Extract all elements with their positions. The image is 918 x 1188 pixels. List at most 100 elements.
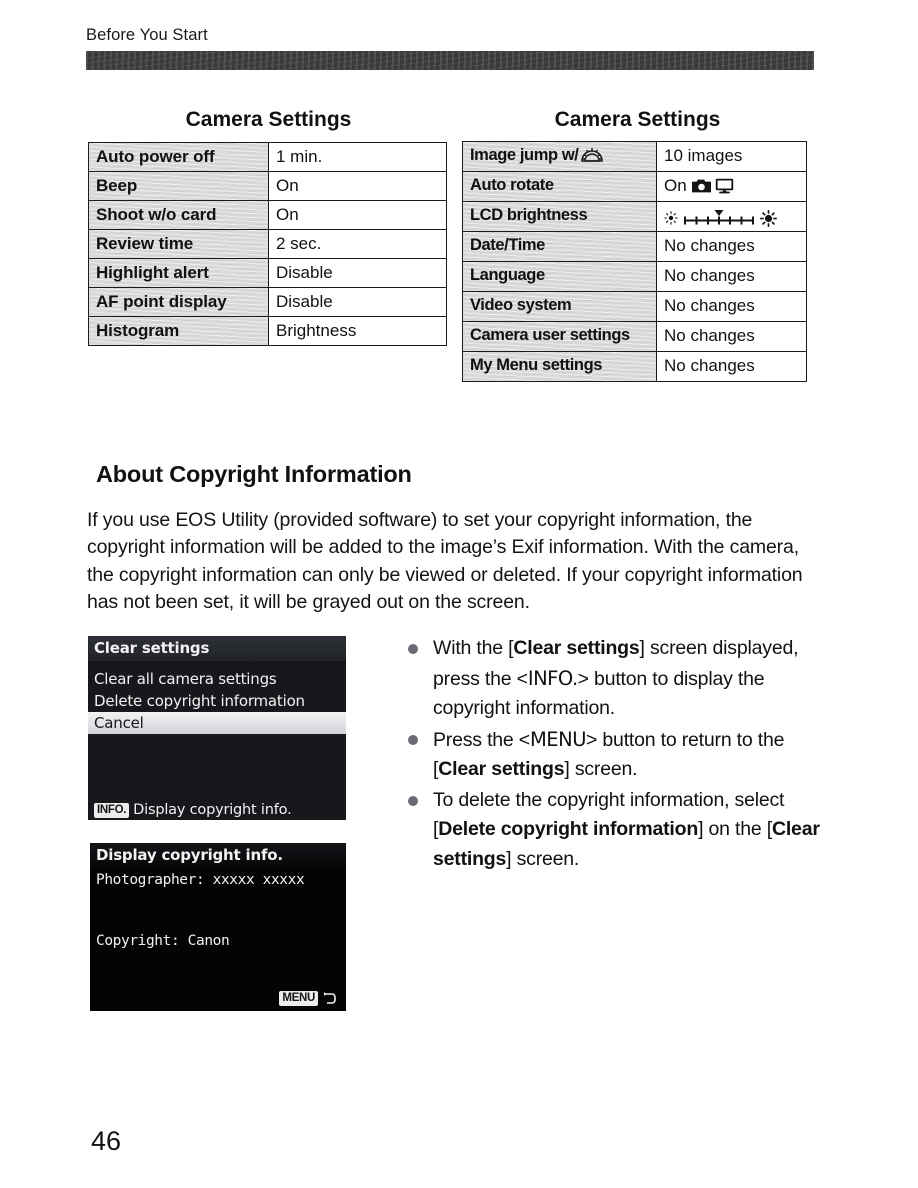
bullet-text: ] screen. xyxy=(506,847,580,870)
page-number: 46 xyxy=(91,1126,122,1156)
camera-icon xyxy=(691,178,711,193)
setting-value-label: No changes xyxy=(664,266,755,286)
left-table-title: Camera Settings xyxy=(185,108,352,131)
table-row: Review time 2 sec. xyxy=(88,229,447,259)
setting-value-cell: 2 sec. xyxy=(268,229,447,259)
bullet-dot-icon xyxy=(408,734,418,745)
header-rule xyxy=(86,51,814,70)
setting-name-cell: Review time xyxy=(88,229,269,259)
setting-name-label: AF point display xyxy=(96,291,227,311)
setting-value-label: On xyxy=(276,175,299,195)
right-table-body: Image jump w/10 images Auto rotate On LCD b… xyxy=(462,141,807,382)
setting-name-cell: LCD brightness xyxy=(462,201,657,232)
monitor-icon xyxy=(715,178,734,194)
table-row: Beep On xyxy=(88,171,447,201)
bullet-dot-icon xyxy=(408,644,418,654)
running-header: Before You Start xyxy=(86,26,208,44)
photographer-label: Photographer: xyxy=(96,872,205,888)
setting-value-label: Disable xyxy=(276,262,333,282)
bullet-text: ] on the [ xyxy=(698,818,772,840)
setting-value-label: On xyxy=(664,176,687,196)
setting-name-label: Language xyxy=(470,266,545,285)
table-row: Camera user settings No changes xyxy=(462,321,807,352)
lcd-footer-clear-settings: INFO. Display copyright info. xyxy=(88,802,346,818)
setting-name-cell: Date/Time xyxy=(462,231,657,262)
setting-value-label: No changes xyxy=(664,296,755,316)
setting-name-label: My Menu settings xyxy=(470,356,603,375)
setting-value-label: Disable xyxy=(276,291,333,311)
dim-sun-icon xyxy=(664,210,678,225)
setting-value-cell xyxy=(656,201,807,232)
lcd-gap xyxy=(90,888,346,930)
setting-value-label: 2 sec. xyxy=(276,233,322,253)
setting-value-label: No changes xyxy=(664,356,755,376)
setting-name-cell: My Menu settings xyxy=(462,351,657,382)
instruction-bullet: With the [Clear settings] screen display… xyxy=(400,634,820,724)
return-arrow-icon xyxy=(322,991,337,1004)
setting-name-cell: Camera user settings xyxy=(462,321,657,352)
menu-reference: Clear settings xyxy=(438,758,565,780)
main-dial-icon xyxy=(580,147,603,163)
setting-name-label: Histogram xyxy=(96,320,180,340)
setting-value-cell: No changes xyxy=(656,231,807,262)
setting-name-label: Highlight alert xyxy=(96,262,209,282)
setting-value-label: 10 images xyxy=(664,146,743,166)
lcd-title-copyright-info: Display copyright info. xyxy=(90,843,346,869)
table-row: Date/Time No changes xyxy=(462,231,807,262)
setting-name-cell: Auto power off xyxy=(88,142,269,172)
setting-value-cell: 1 min. xyxy=(268,142,447,172)
menu-reference: Delete copyright information xyxy=(438,818,699,840)
table-row: Auto power off 1 min. xyxy=(88,142,447,172)
camera-settings-table-right: Image jump w/10 images Auto rotate On LCD b… xyxy=(462,141,807,382)
setting-name-cell: Language xyxy=(462,261,657,292)
setting-value-cell: Brightness xyxy=(268,316,447,346)
copyright-value: Canon xyxy=(187,933,230,949)
setting-value-cell: No changes xyxy=(656,261,807,292)
menu-reference: Clear settings xyxy=(513,637,640,659)
table-row: My Menu settings No changes xyxy=(462,351,807,382)
setting-value-cell: Disable xyxy=(268,258,447,288)
instruction-bullet-list: With the [Clear settings] screen display… xyxy=(400,634,820,875)
copyright-label: Copyright: xyxy=(96,933,180,949)
setting-name-cell: Shoot w/o card xyxy=(88,200,269,230)
lcd-footer-copyright-info: MENU xyxy=(90,990,346,1006)
bullet-text: ] screen. xyxy=(564,758,638,780)
camera-settings-table-left: Auto power off 1 min. Beep On Shoot w/o card… xyxy=(88,142,447,346)
lcd-menu-list: Clear all camera settings Delete copyrigh… xyxy=(88,668,346,734)
setting-name-label: LCD brightness xyxy=(470,206,588,225)
setting-value-label: On xyxy=(276,204,299,224)
table-row: Shoot w/o card On xyxy=(88,200,447,230)
table-row: Image jump w/10 images xyxy=(462,141,807,172)
lcd-menu-item: Delete copyright information xyxy=(94,692,305,710)
setting-name-cell: Beep xyxy=(88,171,269,201)
setting-value-label: No changes xyxy=(664,326,755,346)
bullet-dot-icon xyxy=(408,795,418,806)
bright-sun-icon xyxy=(760,210,777,227)
setting-name-cell: AF point display xyxy=(88,287,269,317)
setting-value-label: 1 min. xyxy=(276,146,323,166)
lcd-spacer xyxy=(88,661,346,668)
setting-name-label: Auto power off xyxy=(96,146,215,166)
setting-name-cell: Auto rotate xyxy=(462,171,657,202)
setting-value-cell: 10 images xyxy=(656,141,807,172)
setting-value-cell: On xyxy=(268,200,447,230)
setting-value-cell: On xyxy=(656,171,807,202)
brightness-scale-icon xyxy=(682,209,756,226)
lcd-screenshot-copyright-info: Display copyright info. Photographer: xx… xyxy=(90,843,346,1011)
bullet-text: With the [ xyxy=(433,637,514,659)
info-button-badge: INFO. xyxy=(94,803,130,818)
instruction-bullet: Press the <MENU> button to return to the… xyxy=(400,725,820,785)
left-table-body: Auto power off 1 min. Beep On Shoot w/o card… xyxy=(88,142,447,346)
bullet-text: Press the < xyxy=(433,728,530,751)
button-name: INFO. xyxy=(527,666,578,690)
setting-name-cell: Highlight alert xyxy=(88,258,269,288)
setting-name-label: Auto rotate xyxy=(470,176,554,195)
setting-name-label: Camera user settings xyxy=(470,326,630,345)
setting-name-label: Review time xyxy=(96,233,194,253)
lcd-title-clear-settings: Clear settings xyxy=(88,636,346,661)
table-row: Histogram Brightness xyxy=(88,316,447,346)
setting-value-cell: No changes xyxy=(656,321,807,352)
section-heading: About Copyright Information xyxy=(96,460,412,487)
button-name: MENU xyxy=(529,727,587,751)
table-row: Language No changes xyxy=(462,261,807,292)
